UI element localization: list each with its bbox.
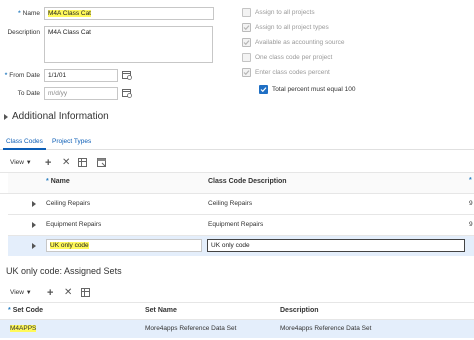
- add-icon[interactable]: +: [45, 158, 51, 169]
- table-row-selected[interactable]: M4APPS More4apps Reference Data Set More…: [0, 320, 474, 338]
- calendar-icon[interactable]: [122, 88, 132, 98]
- row-description: Ceiling Repairs: [208, 200, 253, 207]
- view-menu[interactable]: View ▼: [10, 159, 32, 166]
- row-set-name: More4apps Reference Data Set: [145, 325, 237, 332]
- row-extra: 9: [469, 200, 473, 207]
- tab-project-types[interactable]: Project Types: [52, 138, 91, 145]
- table-header: * Name Class Code Description *: [8, 173, 474, 193]
- row-name: Equipment Repairs: [46, 221, 102, 228]
- assigned-sets-title: UK only code: Assigned Sets: [6, 266, 122, 276]
- row-description: More4apps Reference Data Set: [280, 325, 372, 332]
- column-header-description[interactable]: Description: [280, 307, 319, 314]
- checkbox-checked[interactable]: [242, 68, 251, 77]
- description-field[interactable]: M4A Class Cat: [44, 26, 213, 63]
- dropdown-icon: ▼: [25, 160, 32, 166]
- row-extra: 9: [469, 221, 473, 228]
- freeze-icon[interactable]: [81, 288, 91, 298]
- view-menu[interactable]: View ▼: [10, 289, 32, 296]
- required-marker: *: [469, 177, 472, 184]
- table-row[interactable]: Equipment Repairs Equipment Repairs 9: [8, 215, 474, 235]
- description-label: Description: [7, 29, 40, 36]
- checkbox-checked[interactable]: [242, 38, 251, 47]
- from-date-label: * From Date: [4, 72, 40, 79]
- name-label: * Name: [18, 10, 40, 17]
- table-row-selected[interactable]: UK only code UK only code: [8, 236, 474, 256]
- from-date-field[interactable]: 1/1/01: [44, 69, 118, 82]
- column-header-name[interactable]: * Name: [46, 178, 70, 185]
- dropdown-icon: ▼: [25, 290, 32, 296]
- row-name-input[interactable]: UK only code: [46, 239, 202, 252]
- checkbox[interactable]: [242, 53, 251, 62]
- tab-class-codes[interactable]: Class Codes: [6, 138, 43, 145]
- delete-icon[interactable]: ✕: [62, 158, 70, 168]
- expand-row-icon[interactable]: [32, 222, 36, 228]
- checkbox[interactable]: [242, 8, 251, 17]
- checkbox-checked[interactable]: [242, 23, 251, 32]
- row-set-code: M4APPS: [10, 325, 37, 332]
- checkbox-checked[interactable]: [259, 85, 268, 94]
- calendar-icon[interactable]: [122, 70, 132, 80]
- detach-icon[interactable]: [97, 158, 107, 168]
- add-icon[interactable]: +: [47, 288, 53, 299]
- expand-icon[interactable]: [4, 114, 8, 120]
- row-description: Equipment Repairs: [208, 221, 264, 228]
- to-date-label: To Date: [17, 90, 40, 97]
- to-date-field[interactable]: m/d/yy: [44, 87, 118, 100]
- additional-information-header[interactable]: Additional Information: [12, 111, 109, 122]
- expand-row-icon[interactable]: [32, 201, 36, 207]
- expand-row-icon[interactable]: [32, 243, 36, 249]
- row-name: Ceiling Repairs: [46, 200, 91, 207]
- name-field[interactable]: M4A Class Cat: [44, 7, 214, 20]
- delete-icon[interactable]: ✕: [64, 288, 72, 298]
- column-header-set-code[interactable]: * Set Code: [8, 307, 43, 314]
- column-header-description[interactable]: Class Code Description: [208, 178, 287, 185]
- freeze-icon[interactable]: [78, 158, 88, 168]
- table-row[interactable]: Ceiling Repairs Ceiling Repairs 9: [8, 194, 474, 214]
- tab-divider: [0, 149, 474, 150]
- table-border: [0, 302, 474, 303]
- row-description-input[interactable]: UK only code: [207, 239, 465, 252]
- tab-selected-indicator: [3, 148, 46, 150]
- column-header-set-name[interactable]: Set Name: [145, 307, 177, 314]
